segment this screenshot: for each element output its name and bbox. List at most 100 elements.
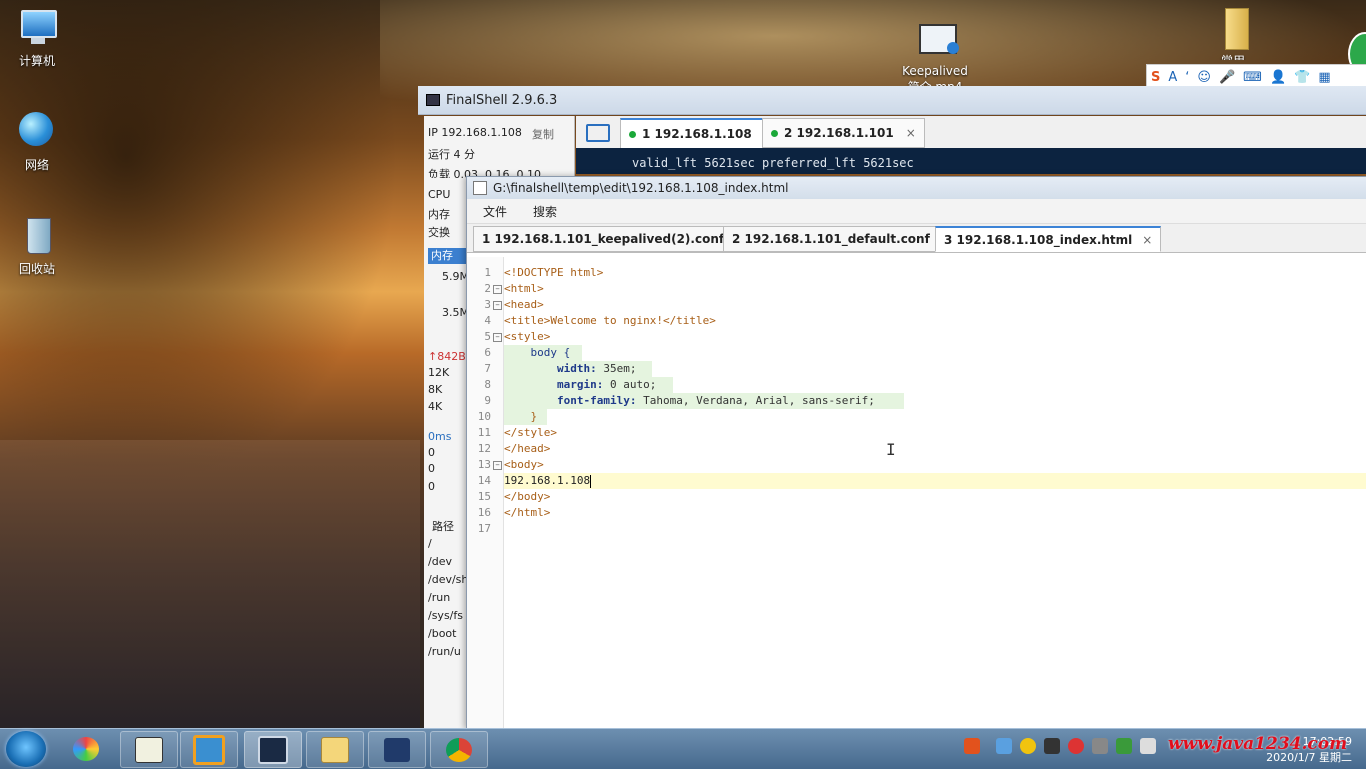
close-icon[interactable]: ×	[1142, 233, 1152, 247]
code-line[interactable]: </html>	[504, 505, 550, 521]
connected-status-icon	[771, 129, 778, 137]
mem-value: 5.9M	[442, 270, 469, 283]
line-number: 17	[477, 522, 491, 535]
uptime: 运行 4 分	[428, 148, 475, 161]
watermark: www.java1234.com	[1168, 734, 1348, 754]
ime-mode-icon[interactable]: A	[1168, 70, 1177, 85]
terminal[interactable]: valid_lft 5621sec preferred_lft 5621sec	[576, 148, 1366, 174]
desktop-icon-folder[interactable]: 常用	[1198, 8, 1268, 60]
sogou-logo-icon[interactable]: S	[1151, 70, 1160, 85]
code-line[interactable]: </body>	[504, 489, 550, 505]
plus-tray-icon[interactable]	[1020, 738, 1036, 754]
editor-tabbar: 1 192.168.1.101_keepalived(2).conf × 2 1…	[467, 224, 1366, 253]
line-number: 3	[484, 298, 491, 311]
mem-value: 3.5M	[442, 306, 469, 319]
code-line[interactable]: width: 35em;	[504, 361, 652, 377]
fold-toggle-icon[interactable]: −	[493, 301, 502, 310]
ime-menu-icon[interactable]: ▦	[1318, 70, 1330, 85]
fold-toggle-icon[interactable]: −	[493, 285, 502, 294]
explorer-folder-icon	[321, 736, 349, 763]
ime-user-icon[interactable]: 👤	[1270, 70, 1286, 85]
vm-app-icon	[193, 734, 225, 765]
cpu-label: CPU	[428, 188, 451, 201]
desktop-icon-label: 常用	[1198, 52, 1268, 60]
ime-emoji-icon[interactable]: ☺	[1197, 70, 1211, 85]
path-item[interactable]: /run/u	[428, 645, 461, 658]
shield-tray-icon[interactable]	[1116, 738, 1132, 754]
taskbar-app-pinwheel[interactable]	[58, 731, 114, 766]
taskbar-app-dbeaver[interactable]	[368, 731, 426, 768]
ime-keyboard-icon[interactable]: ⌨	[1243, 70, 1262, 85]
recycle-bin-icon	[15, 216, 59, 256]
taskbar-app-finalshell[interactable]	[244, 731, 302, 768]
editor-title: G:\finalshell\temp\edit\192.168.1.108_in…	[493, 181, 789, 195]
taskbar-app-chart[interactable]	[120, 731, 178, 768]
code-line[interactable]: 192.168.1.108	[504, 473, 1366, 489]
code-line[interactable]: <!DOCTYPE html>	[504, 265, 603, 281]
display-tray-icon[interactable]	[1044, 738, 1060, 754]
code-line[interactable]: }	[504, 409, 547, 425]
net-upload-value: 842B	[437, 350, 466, 363]
session-tab-2[interactable]: 2 192.168.1.101 ×	[762, 118, 925, 148]
desktop-icon-keepalived-video[interactable]: Keepalived 简介.mp4	[900, 20, 970, 86]
monitor-tray-icon[interactable]	[1140, 738, 1156, 754]
editor-tab-2[interactable]: 2 192.168.1.101_default.conf ×	[723, 226, 959, 252]
finalshell-titlebar[interactable]: FinalShell 2.9.6.3	[418, 86, 1366, 115]
ime-skin-icon[interactable]: 👕	[1294, 70, 1310, 85]
desktop-icon-recycle-bin[interactable]: 回收站	[2, 216, 72, 277]
taskbar-app-vm[interactable]	[180, 731, 238, 768]
app-logo-icon	[384, 737, 410, 762]
session-tab-1[interactable]: 1 192.168.1.108 ×	[620, 118, 783, 149]
line-number: 2	[484, 282, 491, 295]
desktop-icon-network[interactable]: 网络	[2, 112, 72, 173]
menu-file[interactable]: 文件	[483, 203, 507, 220]
ping-value: 0	[428, 446, 435, 459]
code-line[interactable]: </style>	[504, 425, 557, 441]
taskbar-app-chrome[interactable]	[430, 731, 488, 768]
server-ip: IP 192.168.1.108	[428, 126, 522, 139]
path-item[interactable]: /dev/sh	[428, 573, 468, 586]
editor-tab-1[interactable]: 1 192.168.1.101_keepalived(2).conf ×	[473, 226, 754, 252]
start-button[interactable]	[6, 731, 46, 767]
window-title: FinalShell 2.9.6.3	[446, 92, 558, 108]
network-tray-icon[interactable]	[996, 738, 1012, 754]
path-item[interactable]: /boot	[428, 627, 456, 640]
net-scale: 4K	[428, 400, 443, 413]
mem-label: 内存	[428, 208, 450, 221]
ime-punct-icon[interactable]: ʻ	[1185, 70, 1189, 85]
sogou-tray-icon[interactable]	[964, 738, 980, 754]
code-line[interactable]: font-family: Tahoma, Verdana, Arial, san…	[504, 393, 904, 409]
security-tray-icon[interactable]	[1068, 738, 1084, 754]
code-line[interactable]: <style>	[504, 329, 550, 345]
path-item[interactable]: /dev	[428, 555, 452, 568]
path-item[interactable]: /	[428, 537, 432, 550]
copy-button[interactable]: 复制	[532, 126, 554, 142]
desktop-icon-computer[interactable]: 计算机	[2, 8, 72, 69]
path-item[interactable]: /sys/fs	[428, 609, 463, 622]
fold-toggle-icon[interactable]: −	[493, 333, 502, 342]
code-line[interactable]: <html>	[504, 281, 544, 297]
code-line[interactable]: <head>	[504, 297, 544, 313]
fold-toggle-icon[interactable]: −	[493, 461, 502, 470]
editor-titlebar[interactable]: G:\finalshell\temp\edit\192.168.1.108_in…	[467, 177, 1366, 199]
code-line[interactable]: </head>	[504, 441, 550, 457]
ping-value: 0	[428, 480, 435, 493]
line-number: 11	[477, 426, 491, 439]
taskbar-app-explorer[interactable]	[306, 731, 364, 768]
code-line[interactable]: <title>Welcome to nginx!</title>	[504, 313, 716, 329]
path-item[interactable]: /run	[428, 591, 450, 604]
menu-search[interactable]: 搜索	[533, 203, 557, 220]
code-line[interactable]: margin: 0 auto;	[504, 377, 673, 393]
editor-menubar: 文件 搜索	[467, 199, 1366, 224]
open-folder-icon[interactable]	[586, 124, 610, 142]
code-line[interactable]: <body>	[504, 457, 544, 473]
desktop-icon-label: 网络	[24, 158, 49, 172]
code-area[interactable]: 1 2−3−4 5−6 7 8 9 10 11 12 13−14 15 16 17 <!DOCTYPE …	[467, 257, 1366, 729]
code-line[interactable]: body {	[504, 345, 582, 361]
close-icon[interactable]: ×	[906, 126, 916, 140]
editor-tab-3[interactable]: 3 192.168.1.108_index.html ×	[935, 226, 1162, 252]
line-gutter: 1 2−3−4 5−6 7 8 9 10 11 12 13−14 15 16 17	[467, 257, 504, 729]
ime-voice-icon[interactable]: 🎤	[1219, 70, 1235, 85]
desktop-icon-sublabel: 简介.mp4	[900, 78, 970, 86]
usb-tray-icon[interactable]	[1092, 738, 1108, 754]
